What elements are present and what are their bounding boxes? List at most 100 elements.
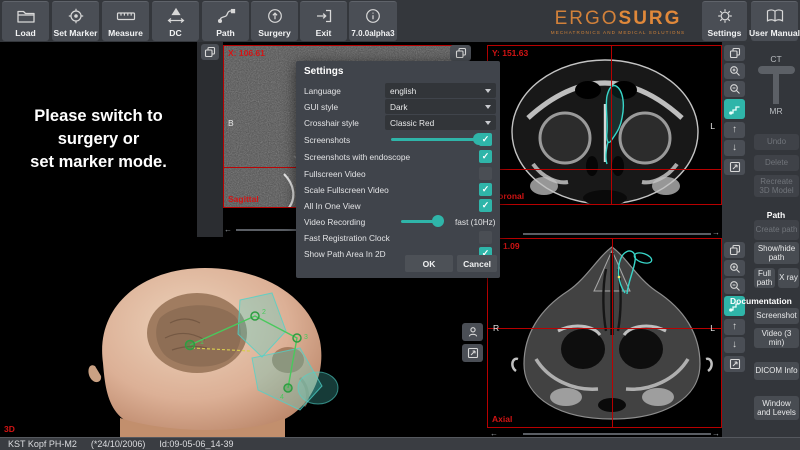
path-marker-1: 1: [200, 339, 204, 346]
folder-icon: [15, 7, 37, 25]
video-recording-slider-knob[interactable]: [432, 215, 444, 227]
main-toolbar: Load Set Marker Measure DC Path Surgery …: [0, 0, 800, 42]
axial-slice-down-button[interactable]: ↓: [724, 337, 745, 353]
exit-button[interactable]: Exit: [300, 1, 347, 41]
version-button[interactable]: 7.0.0alpha3: [349, 1, 397, 41]
book-icon: [764, 7, 786, 25]
coronal-zoom-out-button[interactable]: [724, 81, 745, 97]
arrow-up-icon: ↑: [732, 125, 737, 135]
video-button[interactable]: Video (3 min): [754, 328, 799, 348]
scale-fullscreen-video-checkbox[interactable]: [479, 183, 492, 196]
fast-registration-clock-checkbox[interactable]: [479, 231, 492, 244]
axial-orientation-right-label: L: [710, 323, 715, 333]
coronal-coordinate: Y: 151.63: [492, 48, 528, 58]
path-section-header: Path: [752, 210, 800, 220]
screenshots-checkbox[interactable]: [479, 133, 492, 146]
axial-orientation-left-label: R: [493, 323, 499, 333]
sagittal-coordinate: X: 106.61: [228, 48, 265, 58]
screenshots-endoscope-checkbox[interactable]: [479, 150, 492, 163]
chevron-down-icon: [485, 121, 491, 125]
ok-button[interactable]: OK: [405, 255, 453, 272]
coronal-slice-up-button[interactable]: ↑: [724, 122, 745, 138]
axial-view[interactable]: 1.09 R L Axial: [487, 238, 722, 428]
window-and-levels-button[interactable]: Window and Levels: [754, 396, 799, 420]
settings-dialog-title: Settings: [304, 66, 343, 77]
axial-slice-up-button[interactable]: ↑: [724, 319, 745, 335]
sagittal-pan-left-arrow[interactable]: ←: [224, 226, 232, 234]
person-icon: [467, 326, 479, 338]
video-recording-value: fast (10Hz): [455, 217, 496, 227]
sagittal-orientation-label: B: [228, 118, 234, 128]
axial-crosshair-horizontal: [488, 328, 721, 329]
patient-birthdate: (*24/10/2006): [91, 439, 146, 449]
mr-label: MR: [752, 106, 800, 116]
cancel-button[interactable]: Cancel: [457, 255, 497, 272]
settings-button[interactable]: Settings: [702, 1, 747, 41]
screenshots-row: Screenshots: [304, 133, 492, 147]
full-path-button[interactable]: Full path: [754, 268, 775, 288]
arrow-up-icon: ↑: [732, 322, 737, 332]
language-select[interactable]: english: [385, 83, 496, 98]
coronal-path-view-toggle[interactable]: [724, 99, 745, 119]
compass-arrow-icon: [264, 7, 286, 25]
gui-style-row: GUI style Dark: [304, 100, 492, 114]
fullscreen-video-checkbox[interactable]: [479, 167, 492, 180]
path-button[interactable]: Path: [202, 1, 249, 41]
screenshot-button[interactable]: Screenshot: [754, 308, 799, 324]
coronal-fullscreen-button[interactable]: [724, 159, 745, 175]
exit-icon: [313, 7, 335, 25]
user-manual-button[interactable]: User Manual: [751, 1, 798, 41]
axial-zoom-out-button[interactable]: [724, 278, 745, 294]
ct-label: CT: [752, 54, 800, 64]
axial-view-label: Axial: [492, 414, 512, 424]
measure-button[interactable]: Measure: [102, 1, 149, 41]
coronal-slice-down-button[interactable]: ↓: [724, 140, 745, 156]
all-in-one-view-checkbox[interactable]: [479, 199, 492, 212]
showhide-path-button[interactable]: Show/hide path: [754, 242, 799, 264]
crosshair-style-select[interactable]: Classic Red: [385, 115, 496, 130]
duplicate-window-icon: [204, 46, 216, 58]
duplicate-window-icon: [455, 47, 467, 59]
three-d-fullscreen-button[interactable]: [462, 344, 483, 362]
ct-mr-slider-handle[interactable]: [758, 66, 795, 74]
set-marker-button[interactable]: Set Marker: [52, 1, 99, 41]
coronal-view[interactable]: Y: 151.63 L Coronal: [487, 45, 722, 205]
surgery-button[interactable]: Surgery: [251, 1, 298, 41]
fullscreen-video-row: Fullscreen Video: [304, 167, 492, 181]
delete-button: Delete: [754, 155, 799, 171]
axial-fullscreen-button[interactable]: [724, 356, 745, 372]
gui-style-select[interactable]: Dark: [385, 99, 496, 114]
three-d-view-label: 3D: [4, 424, 15, 434]
ct-mr-slider-track[interactable]: [773, 74, 779, 104]
sagittal-detach-button[interactable]: [201, 44, 219, 60]
all-in-one-view-row: All In One View: [304, 199, 492, 213]
coronal-zoom-in-button[interactable]: [724, 63, 745, 79]
sagittal-duplicate-button[interactable]: [450, 45, 471, 61]
dc-arrows-icon: [165, 7, 187, 25]
axial-bottom-hscrollbar[interactable]: [523, 433, 711, 435]
dc-button[interactable]: DC: [152, 1, 199, 41]
ruler-icon: [115, 7, 137, 25]
axial-pan-right-arrow-top[interactable]: →: [712, 229, 720, 237]
documentation-section-header: Documentation: [730, 296, 778, 306]
mode-message-view: Please switch to surgery or set marker m…: [0, 42, 197, 237]
recreate-3d-model-button: Recreate 3D Model: [754, 175, 799, 197]
session-id: Id:09-05-06_14-39: [159, 439, 233, 449]
duplicate-window-icon: [729, 47, 741, 59]
x-ray-button[interactable]: X ray: [778, 268, 799, 288]
screenshots-slider-track[interactable]: [391, 138, 479, 141]
axial-duplicate-button[interactable]: [724, 242, 745, 258]
dicom-info-button[interactable]: DICOM Info: [754, 362, 799, 380]
target-icon: [65, 7, 87, 25]
three-d-head-view-button[interactable]: [462, 323, 483, 341]
ergosurg-logo: ERGOSURG MECHATRONICS AND MEDICAL SOLUTI…: [538, 9, 698, 36]
axial-zoom-in-button[interactable]: [724, 260, 745, 276]
coronal-duplicate-button[interactable]: [724, 45, 745, 61]
load-button[interactable]: Load: [2, 1, 49, 41]
expand-icon: [467, 347, 479, 359]
axial-top-hscrollbar[interactable]: [523, 233, 711, 235]
settings-dialog: Settings Language english GUI style Dark…: [296, 61, 500, 278]
path-marker-3: 3: [304, 334, 308, 341]
create-path-button: Create path: [754, 220, 799, 240]
arrow-down-icon: ↓: [732, 143, 737, 153]
